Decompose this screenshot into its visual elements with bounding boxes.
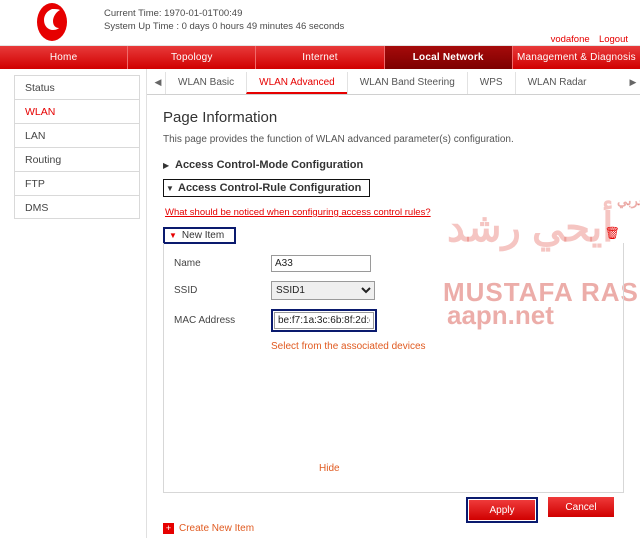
- sidebar-item-status[interactable]: Status: [14, 75, 140, 99]
- tab-next-icon[interactable]: ▶: [626, 70, 640, 94]
- nav-item-topology[interactable]: Topology: [128, 46, 257, 69]
- logout-link[interactable]: Logout: [599, 34, 628, 45]
- apply-button-highlight: Apply: [466, 497, 538, 523]
- rule-item-block: ▼ New Item 🗑 Name SSID SSID1: [163, 226, 624, 523]
- mac-address-input[interactable]: [274, 312, 374, 329]
- tab-wlan-advanced[interactable]: WLAN Advanced: [246, 72, 347, 94]
- nav-item-management-diagnosis[interactable]: Management & Diagnosis: [513, 46, 640, 69]
- row-ssid: SSID SSID1: [174, 281, 613, 300]
- sidebar-item-ftp[interactable]: FTP: [14, 171, 140, 195]
- tab-strip: ◀ WLAN Basic WLAN Advanced WLAN Band Ste…: [147, 69, 640, 95]
- section-access-control-rule[interactable]: ▼ Access Control-Rule Configuration: [163, 179, 371, 197]
- hide-link[interactable]: Hide: [319, 463, 340, 474]
- name-label: Name: [174, 258, 201, 269]
- page-header: Current Time: 1970-01-01T00:49 System Up…: [0, 0, 640, 46]
- vodafone-logo-icon: [30, 2, 74, 44]
- new-item-toggle[interactable]: ▼ New Item: [163, 226, 237, 244]
- main-panel: أيحي رشد عربي MUSTAFA RASHAD aapn.net Pa…: [147, 95, 640, 538]
- row-name: Name: [174, 255, 613, 272]
- page-description: This page provides the function of WLAN …: [163, 134, 514, 145]
- sidebar-item-wlan[interactable]: WLAN: [14, 99, 140, 123]
- chevron-down-icon: ▼: [166, 183, 174, 193]
- access-control-notice-link[interactable]: What should be noticed when configuring …: [165, 207, 624, 218]
- content-area: ◀ WLAN Basic WLAN Advanced WLAN Band Ste…: [146, 69, 640, 538]
- page-body: Status WLAN LAN Routing FTP DMS ◀ WLAN B…: [0, 69, 640, 538]
- uptime-label: System Up Time : 0 days 0 hours 49 minut…: [104, 21, 345, 32]
- chevron-right-icon: ▶: [163, 160, 170, 170]
- sidebar-item-dms[interactable]: DMS: [14, 195, 140, 219]
- tab-prev-icon[interactable]: ◀: [151, 70, 165, 94]
- rule-form-panel: Name SSID SSID1 MAC Address: [163, 243, 624, 493]
- mac-address-highlight: [271, 309, 377, 332]
- section-rule-label: Access Control-Rule Configuration: [178, 182, 362, 194]
- row-mac-address: MAC Address: [174, 309, 613, 332]
- cancel-button[interactable]: Cancel: [548, 497, 614, 517]
- tab-wlan-basic[interactable]: WLAN Basic: [165, 72, 246, 94]
- ssid-label: SSID: [174, 285, 198, 296]
- sidebar-item-routing[interactable]: Routing: [14, 147, 140, 171]
- current-time-label: Current Time: 1970-01-01T00:49: [104, 8, 243, 19]
- new-item-label: New Item: [181, 229, 225, 241]
- select-associated-devices-link[interactable]: Select from the associated devices: [271, 341, 613, 352]
- nav-item-internet[interactable]: Internet: [256, 46, 385, 69]
- sidebar: Status WLAN LAN Routing FTP DMS: [0, 69, 146, 538]
- nav-item-local-network[interactable]: Local Network: [384, 46, 513, 69]
- triangle-down-icon: ▼: [169, 230, 177, 240]
- name-input[interactable]: [271, 255, 371, 272]
- mac-address-label: MAC Address: [174, 315, 236, 326]
- header-time-block: Current Time: 1970-01-01T00:49 System Up…: [104, 7, 344, 33]
- tab-wlan-band-steering[interactable]: WLAN Band Steering: [346, 72, 467, 94]
- main-navigation: Home Topology Internet Local Network Man…: [0, 46, 640, 69]
- user-link[interactable]: vodafone: [551, 34, 590, 45]
- sidebar-item-lan[interactable]: LAN: [14, 123, 140, 147]
- link-separator: [590, 34, 599, 45]
- page-title: Page Information: [163, 109, 278, 126]
- nav-item-home[interactable]: Home: [0, 46, 129, 69]
- create-new-item-label: Create New Item: [179, 523, 255, 534]
- header-links: vodafone Logout: [551, 34, 628, 45]
- ssid-select[interactable]: SSID1: [271, 281, 375, 300]
- delete-icon[interactable]: 🗑: [605, 226, 620, 240]
- rule-item-header: ▼ New Item 🗑: [163, 226, 624, 244]
- button-row: Apply Cancel: [466, 497, 614, 523]
- tab-wps[interactable]: WPS: [466, 72, 515, 94]
- create-new-item-row[interactable]: + Create New Item: [163, 523, 254, 534]
- section-access-control-mode[interactable]: ▶ Access Control-Mode Configuration: [163, 159, 624, 171]
- section-mode-label: Access Control-Mode Configuration: [175, 159, 364, 171]
- plus-icon: +: [163, 523, 174, 534]
- apply-button[interactable]: Apply: [469, 500, 535, 520]
- tab-wlan-radar[interactable]: WLAN Radar: [514, 72, 599, 94]
